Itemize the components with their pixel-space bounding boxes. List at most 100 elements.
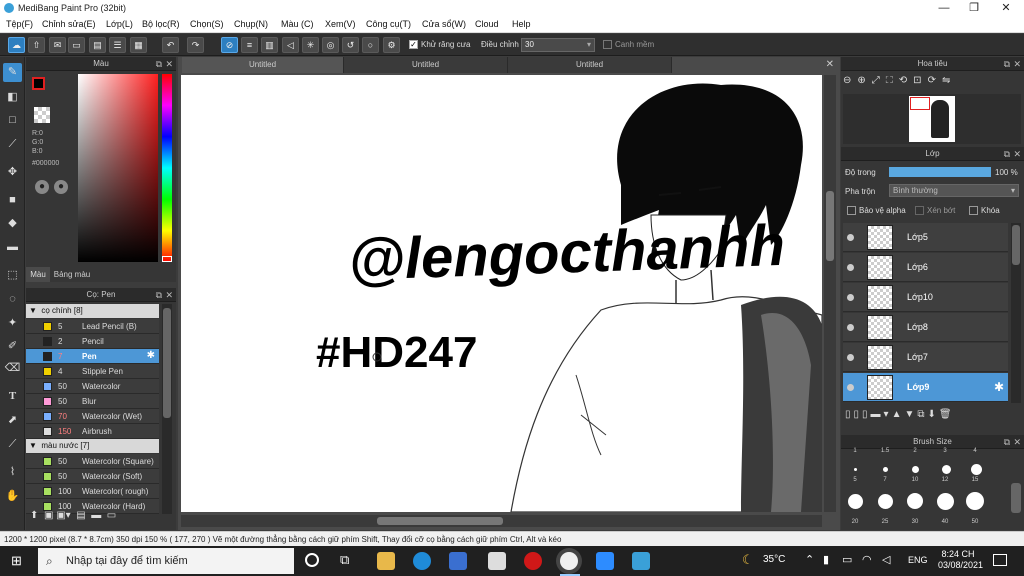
blend-mode-select[interactable]: Bình thường ▾ [889,184,1019,197]
navigator-viewport-frame[interactable] [910,97,930,110]
opera-icon[interactable] [524,552,542,570]
cortana-icon[interactable] [305,553,319,567]
windows-start-icon[interactable]: ⊞ [11,554,25,568]
layer-item[interactable]: Lớp8 [843,313,1008,342]
close-icon[interactable]: ✕ [1013,57,1021,71]
network-icon[interactable]: ▭ [842,553,852,566]
layer-item-selected[interactable]: Lớp9 ✱ [843,373,1008,402]
flip-icon[interactable]: ⇋ [942,75,956,86]
reset-view-icon[interactable]: ⊡ [913,75,927,86]
new-8bit-layer-icon[interactable]: ▯ [862,409,871,420]
share-icon[interactable]: ⇧ [28,37,45,53]
circle-snap-icon[interactable]: ○ [362,37,379,53]
zoom-out-icon[interactable]: ⊖ [843,75,857,86]
dot-tool-icon[interactable]: ⟋ [3,135,22,154]
delete-layer-icon[interactable]: 🗑 [939,409,955,420]
brush-list-scrollbar[interactable] [162,304,172,514]
layer-item[interactable]: Lớp10 [843,283,1008,312]
close-tab-icon[interactable]: ✕ [826,59,834,70]
protect-alpha-checkbox[interactable] [847,206,856,215]
tab-document-3[interactable]: Untitled [508,57,672,73]
navigator-view[interactable] [843,94,1021,144]
palette-add-icon[interactable]: ● [54,180,68,194]
zoom-in-icon[interactable]: ⊕ [857,75,871,86]
close-button[interactable]: ✕ [990,0,1022,17]
brush-size-option[interactable] [942,465,951,474]
cloud-icon[interactable]: ☁ [8,37,25,53]
move-down-icon[interactable]: ▼ [904,409,917,420]
brush-item[interactable]: 100 Watercolor( rough) [26,484,159,499]
text-tool-icon[interactable]: T [3,387,22,406]
edge-checkbox[interactable] [603,40,612,49]
taskbar-search[interactable]: ⌕ Nhập tại đây để tìm kiếm [38,548,294,574]
zoom-icon[interactable] [596,552,614,570]
parallel-snap-icon[interactable]: ≡ [241,37,258,53]
select-pen-icon[interactable]: ✐ [3,337,22,356]
brush-group-header[interactable]: ▼ cọ chính [8] [26,304,159,318]
drawing-canvas[interactable]: @lengocthanhh #HD247 [181,75,822,512]
tab-document-1[interactable]: Untitled [182,57,344,73]
menu-select[interactable]: Chọn(S) [190,19,224,29]
new-halftone-layer-icon[interactable]: ▯ [854,409,863,420]
layer-item[interactable]: Lớp7 [843,343,1008,372]
eye-icon[interactable] [847,324,854,331]
float-icon[interactable]: ⧉ [1004,57,1010,71]
hue-handle[interactable] [162,256,172,262]
folder-icon[interactable]: ▬ [91,510,101,521]
brush-item[interactable]: 70 Watercolor (Wet) [26,409,159,424]
clock[interactable]: 8:24 CH 03/08/2021 [938,549,983,571]
list-icon[interactable]: ☰ [109,37,126,53]
horizontal-scrollbar[interactable] [181,515,822,527]
magic-wand-icon[interactable]: ✦ [3,314,22,333]
hand-tool-icon[interactable]: ✋ [3,487,22,506]
opacity-slider[interactable] [889,167,991,177]
concentric-snap-icon[interactable]: ◎ [322,37,339,53]
merge-layer-icon[interactable]: ⬇ [928,409,939,420]
menu-filter[interactable]: Bộ lọc(R) [142,19,180,29]
brush-item[interactable]: 150 Airbrush [26,424,159,439]
layer-scrollbar[interactable] [1011,223,1021,403]
transparent-color-swatch[interactable] [34,107,50,123]
page-icon[interactable]: ▦ [130,37,147,53]
wifi-icon[interactable]: ◠ [862,553,872,566]
brush-group-header[interactable]: ▼ màu nước [7] [26,439,159,453]
brush-item-selected[interactable]: 7 Pen ✱ [26,349,159,364]
brush-size-option[interactable] [878,494,893,509]
float-icon[interactable]: ⧉ [1004,435,1010,449]
layer-item[interactable]: Lớp6 [843,253,1008,282]
menu-tools[interactable]: Công cụ(T) [366,19,411,29]
scrollbar-thumb[interactable] [826,191,834,261]
brush-item[interactable]: 50 Watercolor [26,379,159,394]
volume-icon[interactable]: ◁ [882,553,890,566]
brush-size-option[interactable] [854,468,857,471]
close-icon[interactable]: ✕ [165,57,173,71]
comment-icon[interactable]: ✉ [49,37,66,53]
menu-capture[interactable]: Chụp(N) [234,19,268,29]
brush-size-option[interactable] [937,493,954,510]
add-brush-icon[interactable]: ⬆ [30,510,38,521]
notebook-icon[interactable]: ▮ [823,553,829,566]
hue-slider[interactable] [162,74,172,262]
close-icon[interactable]: ✕ [1013,147,1021,161]
select-eraser-icon[interactable]: ⌫ [3,359,22,378]
brush-size-option[interactable] [907,493,923,509]
eye-icon[interactable] [847,294,854,301]
float-icon[interactable]: ⧉ [1004,147,1010,161]
float-icon[interactable]: ⧉ [156,57,162,71]
brush-size-option[interactable] [912,466,919,473]
eraser-tool-icon[interactable]: ◧ [3,88,22,107]
brush-tool-icon[interactable]: ✎ [3,63,22,82]
brush-size-option[interactable] [971,464,982,475]
float-icon[interactable]: ⧉ [156,288,162,302]
perspective-snap-icon[interactable]: ◁ [282,37,299,53]
maximize-button[interactable]: ❐ [958,0,990,17]
menu-edit[interactable]: Chỉnh sửa(E) [42,19,96,29]
notification-icon[interactable] [993,554,1007,566]
brush-size-option[interactable] [848,494,863,509]
adjust-select[interactable]: 30 ▾ [521,38,595,52]
copy-brush-icon[interactable]: ▣ [44,510,53,521]
rotate-right-icon[interactable]: ⟳ [928,75,942,86]
menu-view[interactable]: Xem(V) [325,19,356,29]
medibang-icon[interactable] [632,552,650,570]
tab-palette[interactable]: Bảng màu [52,267,92,282]
